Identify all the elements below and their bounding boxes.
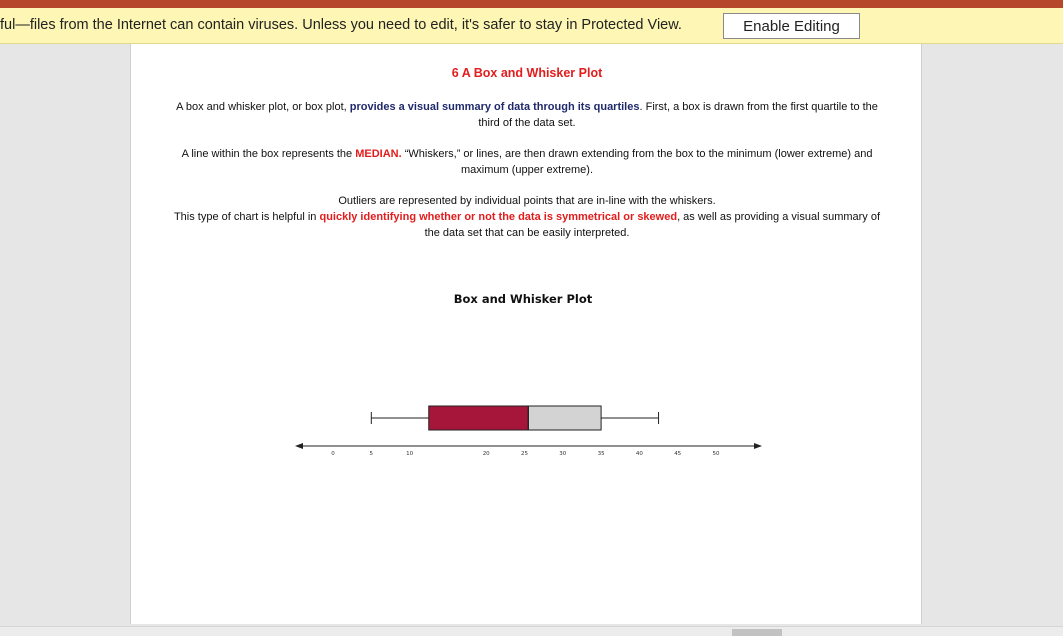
x-axis-right-arrow: [754, 443, 762, 449]
x-tick-label: 50: [713, 451, 720, 457]
scrollbar-thumb[interactable]: [732, 629, 782, 636]
x-tick-label: 45: [674, 451, 681, 457]
lower-box-q1-median: [428, 405, 529, 431]
x-tick-label: 5: [370, 451, 374, 457]
x-tick-label: 10: [406, 451, 413, 457]
x-tick-label: 25: [521, 451, 528, 457]
x-tick-label: 0: [331, 451, 335, 457]
title-bar: [0, 0, 1063, 8]
upper-box-median-q3: [527, 405, 602, 431]
horizontal-scrollbar[interactable]: [0, 626, 1063, 636]
enable-editing-button[interactable]: Enable Editing: [723, 13, 860, 39]
x-tick-label: 40: [636, 451, 643, 457]
box-plot-chart: 0 5 10 20 25 30 35 40 45 50: [295, 405, 762, 457]
x-axis-left-arrow: [295, 443, 303, 449]
x-tick-label: 35: [598, 451, 605, 457]
protected-view-banner: ful—files from the Internet can contain …: [0, 8, 1063, 44]
document-page: 6 A Box and Whisker Plot A box and whisk…: [130, 44, 922, 624]
protected-view-message: ful—files from the Internet can contain …: [0, 17, 682, 33]
x-tick-label: 20: [483, 451, 490, 457]
x-tick-label: 30: [559, 451, 566, 457]
